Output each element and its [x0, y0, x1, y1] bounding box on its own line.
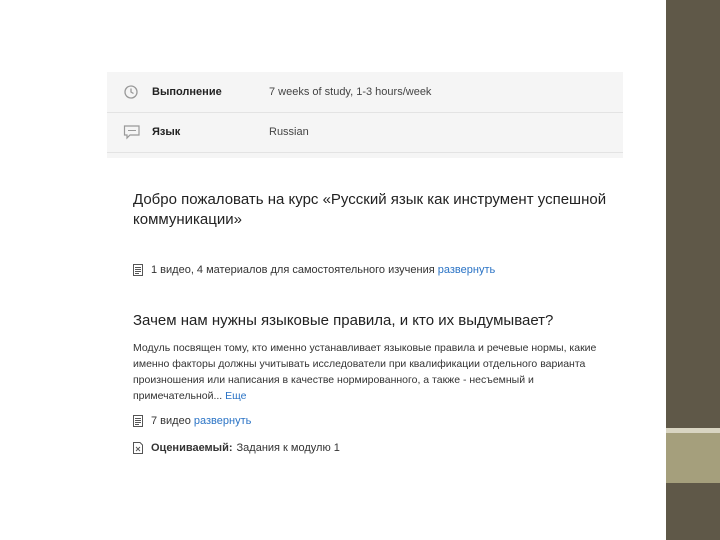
- module-1-meta: 1 видео, 4 материалов для самостоятельно…: [133, 264, 495, 276]
- module-2-description-text: Модуль посвящен тому, кто именно устанав…: [133, 342, 597, 402]
- clock-icon: [123, 84, 139, 100]
- module-1-expand-link[interactable]: развернуть: [438, 264, 495, 276]
- module-2-expand-link[interactable]: развернуть: [194, 415, 251, 427]
- graded-value: Задания к модулю 1: [236, 442, 340, 454]
- assignment-icon: [133, 442, 143, 454]
- module-2-videos: 7 видео развернуть: [133, 415, 251, 427]
- module-1-title: Добро пожаловать на курс «Русский язык к…: [133, 191, 607, 228]
- info-row-language: Язык Russian: [107, 112, 623, 153]
- module-2-videos-text: 7 видео: [151, 415, 191, 427]
- course-info-panel: Выполнение 7 weeks of study, 1-3 hours/w…: [107, 72, 623, 158]
- side-bar-accent-band: [666, 433, 720, 483]
- slide-side-bar: [666, 0, 720, 540]
- document-icon: [133, 415, 143, 427]
- module-2-graded: Оцениваемый: Задания к модулю 1: [133, 442, 340, 454]
- module-2-more-link[interactable]: Еще: [225, 390, 246, 402]
- info-row-commitment: Выполнение 7 weeks of study, 1-3 hours/w…: [107, 72, 623, 113]
- chat-bubble-icon: [123, 124, 140, 140]
- course-syllabus-card: Добро пожаловать на курс «Русский язык к…: [107, 168, 623, 486]
- module-1-meta-text: 1 видео, 4 материалов для самостоятельно…: [151, 264, 435, 276]
- info-value-commitment: 7 weeks of study, 1-3 hours/week: [269, 86, 432, 98]
- info-value-language: Russian: [269, 126, 309, 138]
- graded-label: Оцениваемый:: [151, 442, 233, 454]
- document-icon: [133, 264, 143, 276]
- info-label-language: Язык: [152, 126, 181, 138]
- info-label-commitment: Выполнение: [152, 86, 222, 98]
- module-2-title: Зачем нам нужны языковые правила, и кто …: [133, 312, 554, 329]
- module-2-description: Модуль посвящен тому, кто именно устанав…: [133, 340, 603, 404]
